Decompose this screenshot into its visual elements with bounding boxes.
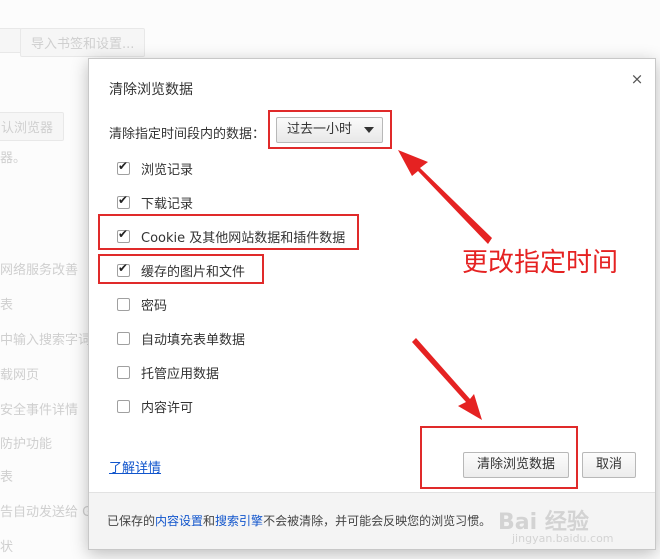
annotation-text: 更改指定时间: [462, 248, 619, 278]
watermark-url: jingyan.baidu.com: [512, 532, 614, 545]
arrow-to-time-range: [398, 150, 492, 244]
annotation-arrows: [398, 150, 492, 420]
arrow-to-clear-button: [412, 338, 482, 420]
